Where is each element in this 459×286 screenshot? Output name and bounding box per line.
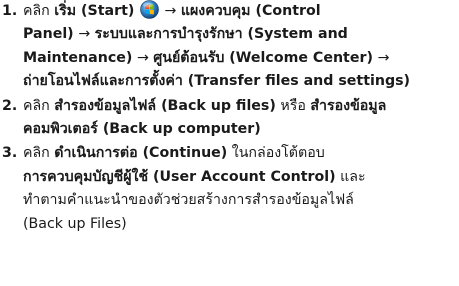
step-3-line-1: คลิก ดำเนินการต่อ (Continue) ในกล่องโต้ต… — [23, 142, 459, 165]
step-3-line-3: ทำตามคำแนะนำของตัวช่วยสร้างการสำรองข้อมู… — [23, 189, 459, 212]
step-1-line-2: Panel) → ระบบและการบำรุงรักษา (System an… — [23, 23, 459, 46]
back-up-files-text: (Back up Files) — [23, 215, 127, 232]
instruction-document: 1. คลิก เริ่ม (Start) → แผงควบคุม (Contr… — [0, 0, 459, 286]
start-label: เริ่ม (Start) — [54, 3, 135, 19]
or-text: หรือ — [280, 97, 306, 114]
step-1-line-3: Maintenance) → ศูนย์ต้อนรับ (Welcome Cen… — [23, 47, 459, 70]
step-number: 1. — [2, 3, 18, 19]
step-2: 2. คลิก สำรองข้อมูลไฟล์ (Back up files) … — [0, 95, 459, 142]
maintenance-label: Maintenance) — [23, 49, 133, 66]
arrow: → — [164, 3, 177, 19]
step-3-line-4: (Back up Files) — [23, 213, 459, 236]
click-text: คลิก — [23, 145, 50, 162]
backup-computer-label: สำรองข้อมูล — [310, 97, 387, 114]
system-maintenance-label: ระบบและการบำรุงรักษา (System and — [94, 26, 348, 43]
steps-list: 1. คลิก เริ่ม (Start) → แผงควบคุม (Contr… — [0, 0, 459, 236]
arrow: → — [136, 49, 149, 66]
step-3: 3. คลิก ดำเนินการต่อ (Continue) ในกล่องโ… — [0, 142, 459, 236]
continue-label: ดำเนินการต่อ (Continue) — [54, 145, 228, 162]
control-panel-label-end: Panel) — [23, 26, 74, 43]
step-1: 1. คลิก เริ่ม (Start) → แผงควบคุม (Contr… — [0, 0, 459, 94]
step-1-line-1: คลิก เริ่ม (Start) → แผงควบคุม (Control — [23, 0, 459, 23]
step-number: 3. — [2, 145, 18, 162]
transfer-files-label: ถ่ายโอนไฟล์และการตั้งค่า (Transfer files… — [23, 73, 411, 90]
backup-files-label: สำรองข้อมูลไฟล์ (Back up files) — [54, 97, 276, 114]
user-account-control-label: การควบคุมบัญชีผู้ใช้ (User Account Contr… — [23, 168, 336, 185]
step-3-line-2: การควบคุมบัญชีผู้ใช้ (User Account Contr… — [23, 166, 459, 189]
windows-start-orb-icon — [140, 0, 159, 19]
step-1-line-4: ถ่ายโอนไฟล์และการตั้งค่า (Transfer files… — [23, 70, 459, 93]
follow-wizard-text: ทำตามคำแนะนำของตัวช่วยสร้างการสำรองข้อมู… — [23, 192, 354, 209]
welcome-center-label: ศูนย์ต้อนรับ (Welcome Center) — [153, 49, 373, 66]
backup-computer-label-end: คอมพิวเตอร์ (Back up computer) — [23, 121, 261, 138]
click-text: คลิก — [23, 3, 50, 19]
and-text: และ — [340, 168, 366, 185]
arrow: → — [78, 26, 91, 43]
step-2-line-1: คลิก สำรองข้อมูลไฟล์ (Back up files) หรื… — [23, 95, 459, 118]
step-number: 2. — [2, 97, 18, 114]
control-panel-label: แผงควบคุม (Control — [180, 3, 321, 19]
step-2-line-2: คอมพิวเตอร์ (Back up computer) — [23, 118, 459, 141]
in-dialog-text: ในกล่องโต้ตอบ — [231, 145, 325, 162]
click-text: คลิก — [23, 97, 50, 114]
arrow: → — [377, 49, 390, 66]
